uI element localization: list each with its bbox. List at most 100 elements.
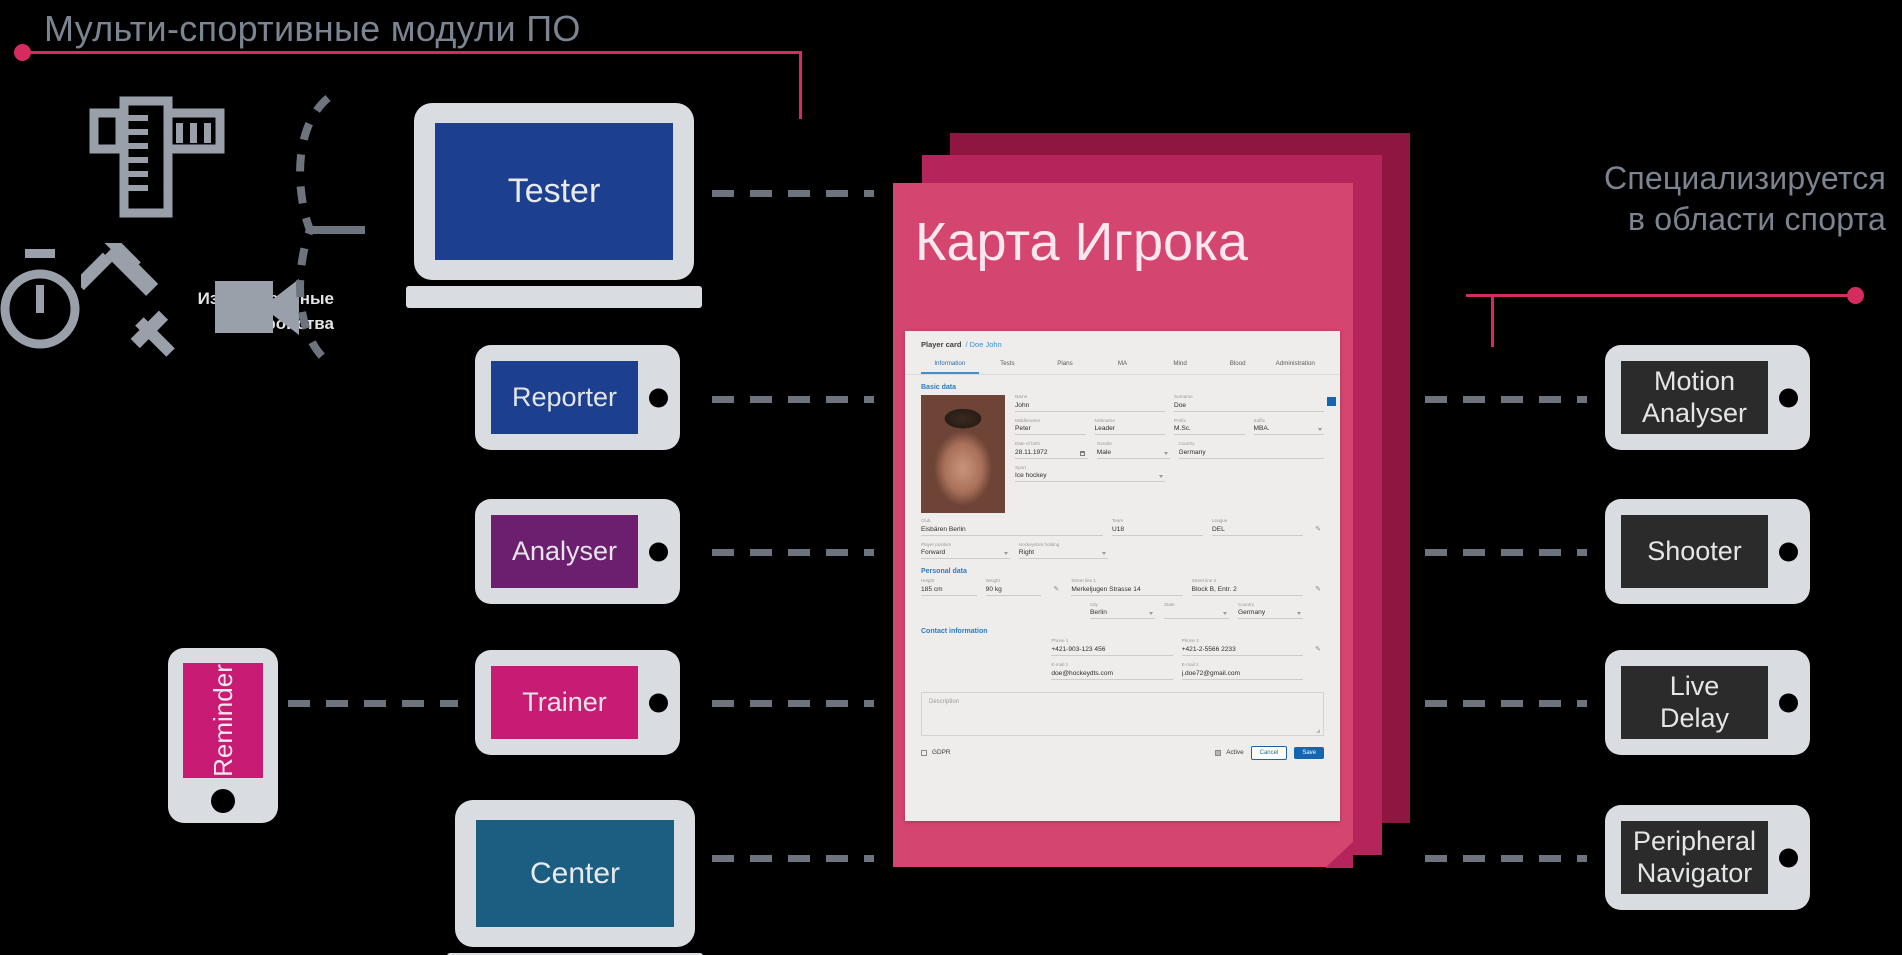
shooter-home-button[interactable] [1779, 542, 1798, 561]
module-analyser[interactable]: Analyser [475, 499, 680, 604]
field-height-label: Height [921, 578, 935, 584]
field-state[interactable]: State [1164, 602, 1229, 620]
basic-data-fields: Name John Surname Doe Middlename Peter N… [1015, 394, 1336, 513]
field-phone-1-value: +421-903-123 456 [1051, 646, 1173, 656]
chevron-down-icon[interactable] [1223, 612, 1227, 616]
module-trainer[interactable]: Trainer [475, 650, 680, 755]
tab-bar: Information Tests Plans MA Mind Blood Ad… [905, 356, 1340, 375]
tab-administration[interactable]: Administration [1266, 356, 1324, 374]
field-weight[interactable]: Weight 90 kg [985, 579, 1042, 596]
left-rule-horizontal [22, 51, 802, 54]
module-center[interactable]: Center [447, 800, 703, 955]
field-hockeystick-holding[interactable]: Hockeystick holding Right [1018, 542, 1108, 560]
field-height[interactable]: Height 185 cm [921, 579, 977, 596]
field-phone-1[interactable]: Phone 1 +421-903-123 456 [1051, 639, 1173, 656]
field-middlename[interactable]: Middlename Peter [1015, 418, 1086, 436]
field-date-of-birth[interactable]: Date of birth 28.11.1972 [1015, 442, 1088, 459]
field-sport-spacer [1174, 466, 1324, 483]
connector-card-motion-analyser [1425, 396, 1587, 403]
field-street-line-2[interactable]: Street line 2 Block B, Entr. 2 [1191, 579, 1303, 596]
tab-plans[interactable]: Plans [1036, 356, 1094, 374]
field-height-value: 185 cm [921, 586, 977, 596]
chevron-down-icon[interactable] [1003, 552, 1008, 556]
field-email-1[interactable]: E-mail 1 doe@hockeydts.com [1051, 661, 1173, 680]
module-tester[interactable]: Tester [406, 103, 702, 308]
field-phone-2[interactable]: Phone 2 +421-2-5566 2233 [1181, 639, 1303, 656]
tester-screen: Tester [435, 123, 673, 260]
active-checkbox[interactable] [1215, 749, 1222, 756]
module-peripheral-navigator[interactable]: Peripheral Navigator [1605, 805, 1810, 910]
breadcrumb-root[interactable]: Player card [921, 340, 961, 349]
edit-pencil-icon-personal-left[interactable]: ✎ [1050, 585, 1062, 593]
calendar-icon[interactable] [1079, 450, 1085, 456]
field-country-basic-value: Germany [1178, 449, 1324, 459]
motion-analyser-screen: Motion Analyser [1621, 361, 1768, 434]
field-country-basic-label: Country [1178, 441, 1195, 447]
gdpr-checkbox[interactable] [921, 749, 927, 756]
edit-pencil-icon-basic[interactable]: ✎ [1312, 525, 1324, 533]
player-photo [921, 395, 1005, 513]
field-nickname-label: Nickname [1094, 417, 1115, 423]
field-suffix[interactable]: Suffix MBA. [1253, 418, 1324, 436]
chevron-down-icon[interactable] [1163, 451, 1168, 455]
favourite-icon[interactable] [1327, 397, 1336, 406]
connector-center-card [712, 855, 874, 862]
module-motion-analyser[interactable]: Motion Analyser [1605, 345, 1810, 450]
field-street-line-1-value: Merkeljugen Strasse 14 [1071, 586, 1183, 596]
cancel-button[interactable]: Cancel [1250, 745, 1288, 760]
basic-data-body: Name John Surname Doe Middlename Peter N… [905, 394, 1340, 560]
field-league[interactable]: League DEL [1212, 518, 1303, 536]
field-gender[interactable]: Gender Male [1096, 442, 1170, 459]
reporter-home-button[interactable] [649, 388, 668, 407]
field-city[interactable]: City Berlin [1090, 602, 1155, 620]
module-shooter[interactable]: Shooter [1605, 499, 1810, 604]
module-reminder[interactable]: Reminder [168, 648, 278, 823]
save-button[interactable]: Save [1294, 746, 1324, 759]
reminder-home-button[interactable] [211, 789, 235, 813]
field-name[interactable]: Name John [1015, 394, 1165, 412]
field-country-basic[interactable]: Country Germany [1178, 441, 1324, 459]
section-title-personal-data: Personal data [921, 568, 967, 576]
peripheral-navigator-home-button[interactable] [1779, 848, 1798, 867]
description-textarea[interactable]: Description [921, 691, 1324, 736]
field-team[interactable]: Team U18 [1112, 518, 1203, 536]
field-date-of-birth-label: Date of birth [1015, 441, 1041, 447]
live-delay-home-button[interactable] [1779, 693, 1798, 712]
field-sport[interactable]: Sport Ice hockey [1015, 465, 1165, 483]
module-reporter[interactable]: Reporter [475, 345, 680, 450]
tab-ma[interactable]: MA [1094, 356, 1152, 374]
chevron-down-icon[interactable] [1159, 475, 1163, 479]
field-nickname[interactable]: Nickname Leader [1094, 417, 1165, 436]
trainer-home-button[interactable] [649, 693, 668, 712]
field-name-label: Name [1015, 394, 1028, 399]
analyser-home-button[interactable] [649, 542, 668, 561]
section-title-contact-information: Contact information [921, 628, 988, 636]
tab-tests[interactable]: Tests [979, 356, 1037, 374]
field-street-line-1[interactable]: Street line 1 Merkeljugen Strasse 14 [1071, 579, 1183, 596]
player-card-stack: Карта Игрока Player card / Doe John Infor… [893, 133, 1410, 883]
field-prefix[interactable]: Prefix M.Sc. [1174, 418, 1245, 436]
field-club[interactable]: Club Eisbären Berlin [921, 518, 1103, 536]
chevron-down-icon[interactable] [1318, 428, 1322, 432]
field-email-1-label: E-mail 1 [1051, 661, 1069, 667]
resize-grip-icon[interactable] [1316, 728, 1320, 733]
chevron-down-icon[interactable] [1149, 612, 1153, 616]
tab-mind[interactable]: Mind [1151, 356, 1209, 374]
field-surname[interactable]: Surname Doe [1174, 394, 1336, 412]
motion-analyser-home-button[interactable] [1779, 388, 1798, 407]
edit-pencil-icon-personal-right[interactable]: ✎ [1312, 585, 1324, 593]
module-live-delay[interactable]: Live Delay [1605, 650, 1810, 755]
field-email-2[interactable]: E-mail 2 j.doe72@gmail.com [1181, 662, 1303, 680]
tab-information[interactable]: Information [921, 356, 979, 374]
tab-blood[interactable]: Blood [1209, 356, 1267, 374]
right-rule-dot [1847, 287, 1864, 304]
chevron-down-icon[interactable] [1101, 552, 1106, 556]
chevron-down-icon[interactable] [1297, 612, 1301, 616]
module-label-trainer: Trainer [522, 686, 607, 717]
field-country-personal[interactable]: Country Germany [1238, 601, 1303, 620]
field-country-personal-label: Country [1238, 601, 1255, 607]
edit-pencil-icon-contact[interactable]: ✎ [1312, 645, 1324, 653]
player-card-front[interactable]: Карта Игрока Player card / Doe John Infor… [893, 183, 1353, 868]
field-player-position[interactable]: Player position Forward [921, 542, 1010, 560]
connector-analyser-card [712, 549, 874, 556]
